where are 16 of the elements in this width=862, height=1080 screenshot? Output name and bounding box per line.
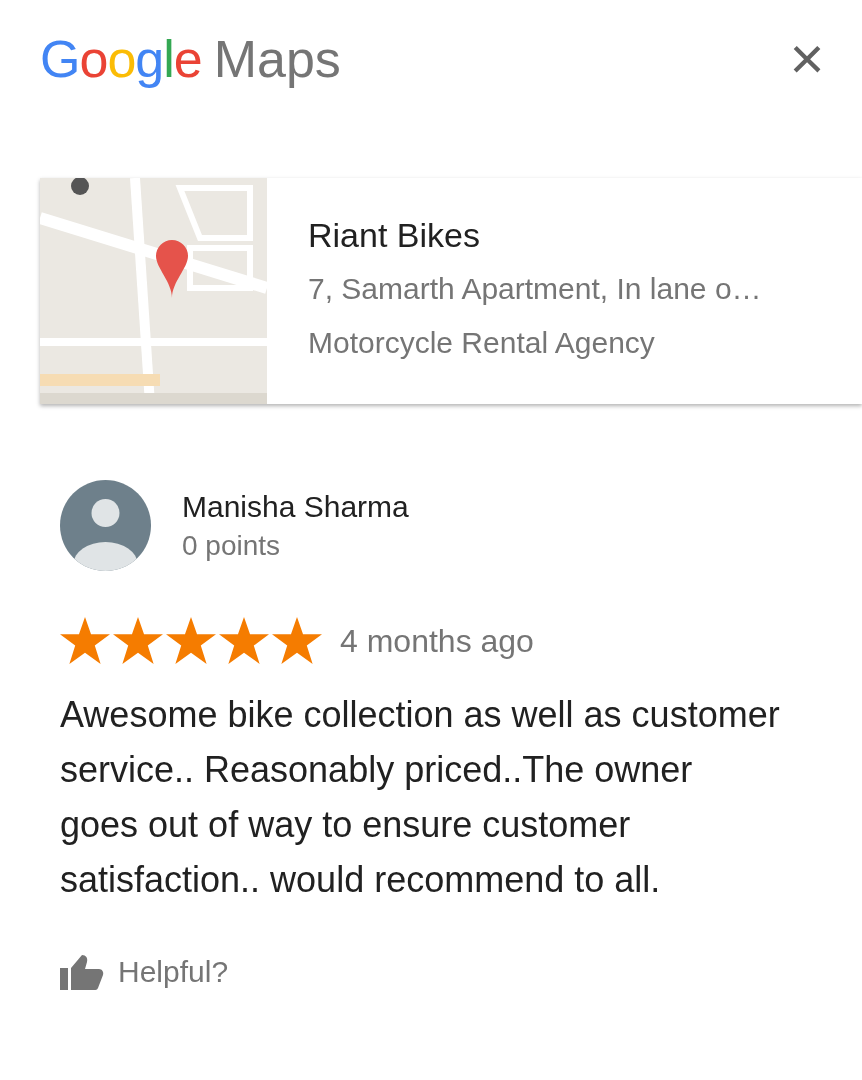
review-time: 4 months ago (340, 622, 534, 661)
place-card[interactable]: Riant Bikes 7, Samarth Apartment, In lane o… Motorcycle Rental Agency (40, 178, 862, 404)
helpful-link[interactable]: Helpful? (118, 949, 229, 994)
reviewer-points: 0 points (182, 528, 282, 563)
place-category: Motorcycle Rental Agency (308, 325, 656, 361)
star-icon (219, 617, 269, 665)
place-address: 7, Samarth Apartment, In lane o… (308, 271, 762, 307)
reviewer-name[interactable]: Manisha Sharma (182, 486, 409, 527)
place-name: Riant Bikes (308, 215, 481, 256)
close-button[interactable]: × (780, 32, 834, 86)
star-icon (272, 617, 322, 665)
thumbs-up-icon[interactable] (60, 953, 104, 990)
star-icon (113, 617, 163, 665)
star-icon (166, 617, 216, 665)
star-icon (60, 617, 110, 665)
review-text: Awesome bike collection as well as customer service.. Reasonably priced..The owner goes out of way to ensure customer satisfaction.. would recommend to all. (60, 693, 780, 902)
